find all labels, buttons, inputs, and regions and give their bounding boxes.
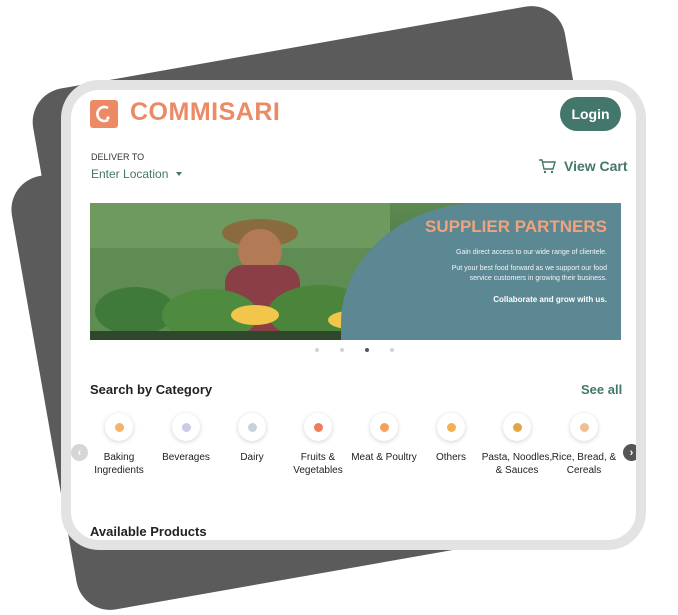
location-selector[interactable]: Enter Location — [91, 167, 183, 181]
category-label: Meat & Poultry — [351, 452, 417, 463]
category-label: Baking Ingredients — [94, 452, 144, 476]
category-dairy[interactable]: Dairy — [215, 413, 289, 464]
category-label: Others — [435, 452, 466, 463]
category-label: Dairy — [240, 452, 264, 463]
baking-icon — [105, 413, 133, 441]
category-label: Fruits & Vegetables — [293, 452, 343, 476]
category-baking[interactable]: Baking Ingredients — [82, 413, 156, 477]
category-label: Pasta, Noodles, & Sauces — [481, 452, 553, 476]
logo-icon — [90, 100, 118, 128]
rice-icon — [570, 413, 598, 441]
category-section-title: Search by Category — [90, 382, 213, 397]
banner-cta: Collaborate and grow with us. — [493, 295, 607, 304]
app-screen: COMMISARI Login DELIVER TO Enter Locatio… — [71, 90, 636, 540]
see-all-link[interactable]: See all — [581, 382, 622, 397]
category-beverages[interactable]: Beverages — [149, 413, 223, 464]
banner-line-1: Gain direct access to our wide range of … — [456, 249, 607, 256]
banner-line-3: service customers in growing their busin… — [469, 275, 607, 282]
banner-title: SUPPLIER PARTNERS — [425, 217, 607, 236]
carousel-dot[interactable] — [340, 348, 344, 352]
meat-icon — [370, 413, 398, 441]
carousel-dot[interactable] — [390, 348, 394, 352]
banner-line-2: Put your best food forward as we support… — [451, 265, 607, 272]
promo-banner[interactable]: SUPPLIER PARTNERS Gain direct access to … — [90, 203, 621, 340]
carousel-dot[interactable] — [315, 348, 319, 352]
category-others[interactable]: Others — [414, 413, 488, 464]
beverage-icon — [172, 413, 200, 441]
carousel-dots — [315, 348, 394, 352]
category-label: Beverages — [162, 452, 210, 463]
carousel-dot-active[interactable] — [365, 348, 369, 352]
view-cart-link[interactable]: View Cart — [538, 158, 628, 174]
view-cart-label: View Cart — [564, 158, 628, 174]
cart-icon — [539, 159, 556, 174]
login-button[interactable]: Login — [560, 97, 621, 131]
category-rice-bread-cereals[interactable]: Rice, Bread, & Cereals — [547, 413, 621, 477]
location-text: Enter Location — [91, 167, 169, 181]
deliver-to-label: DELIVER TO — [91, 152, 145, 162]
category-pasta-noodles-sauces[interactable]: Pasta, Noodles, & Sauces — [480, 413, 554, 477]
others-icon — [437, 413, 465, 441]
dairy-icon — [238, 413, 266, 441]
chevron-right-icon[interactable]: › — [623, 444, 636, 461]
available-products-title: Available Products — [90, 524, 207, 539]
category-meat-poultry[interactable]: Meat & Poultry — [347, 413, 421, 464]
pasta-icon — [503, 413, 531, 441]
brand-name: COMMISARI — [130, 98, 281, 126]
fruit-icon — [304, 413, 332, 441]
chevron-down-icon — [176, 172, 183, 176]
category-label: Rice, Bread, & Cereals — [551, 452, 617, 476]
category-fruits-vegetables[interactable]: Fruits & Vegetables — [281, 413, 355, 477]
